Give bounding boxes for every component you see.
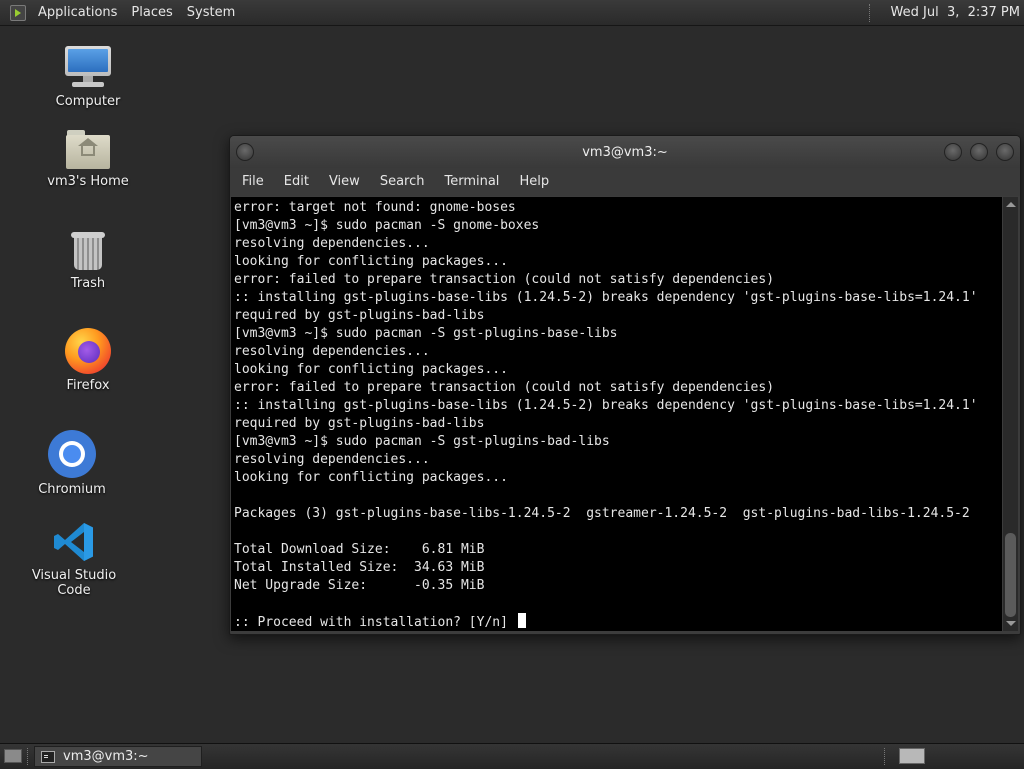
terminal-line: error: failed to prepare transaction (co… bbox=[234, 380, 775, 395]
taskbar-window-title: vm3@vm3:~ bbox=[63, 749, 149, 764]
terminal-window[interactable]: vm3@vm3:~ File Edit View Search Terminal… bbox=[229, 135, 1021, 635]
terminal-line: [vm3@vm3 ~]$ sudo pacman -S gst-plugins-… bbox=[234, 434, 610, 449]
terminal-line: required by gst-plugins-bad-libs bbox=[234, 416, 485, 431]
terminal-line: :: installing gst-plugins-base-libs (1.2… bbox=[234, 398, 978, 413]
scroll-down-arrow-icon[interactable] bbox=[1006, 621, 1016, 626]
terminal-line: Total Download Size: 6.81 MiB bbox=[234, 542, 485, 557]
desktop-icon-label: Visual Studio Code bbox=[31, 568, 117, 598]
terminal-icon bbox=[41, 750, 55, 763]
home-folder-icon bbox=[65, 128, 111, 170]
desktop-icon-label: Computer bbox=[55, 94, 121, 109]
menu-file[interactable]: File bbox=[230, 168, 274, 196]
workspace-switcher[interactable] bbox=[899, 748, 925, 764]
trash-icon bbox=[68, 228, 108, 272]
desktop-icon-label: Trash bbox=[70, 276, 106, 291]
terminal-prompt: :: Proceed with installation? [Y/n] bbox=[234, 615, 516, 630]
chromium-icon bbox=[48, 430, 96, 478]
terminal-line: looking for conflicting packages... bbox=[234, 362, 508, 377]
terminal-text: error: target not found: gnome-boses [vm… bbox=[231, 197, 1002, 631]
terminal-line: resolving dependencies... bbox=[234, 236, 430, 251]
vscode-icon bbox=[52, 520, 96, 564]
desktop-icon-label: vm3's Home bbox=[47, 174, 129, 189]
terminal-output[interactable]: error: target not found: gnome-boses [vm… bbox=[231, 197, 1002, 631]
terminal-line: looking for conflicting packages... bbox=[234, 470, 508, 485]
menu-edit[interactable]: Edit bbox=[274, 168, 319, 196]
minimize-button[interactable] bbox=[944, 143, 962, 161]
terminal-line: Packages (3) gst-plugins-base-libs-1.24.… bbox=[234, 506, 970, 521]
terminal-line: resolving dependencies... bbox=[234, 344, 430, 359]
terminal-line: :: installing gst-plugins-base-libs (1.2… bbox=[234, 290, 978, 305]
menu-help[interactable]: Help bbox=[509, 168, 559, 196]
panel-separator bbox=[884, 748, 887, 765]
terminal-line: [vm3@vm3 ~]$ sudo pacman -S gnome-boxes bbox=[234, 218, 540, 233]
terminal-line: resolving dependencies... bbox=[234, 452, 430, 467]
terminal-line: error: target not found: gnome-boses bbox=[234, 200, 516, 215]
window-controls bbox=[944, 143, 1014, 161]
title-bar[interactable]: vm3@vm3:~ bbox=[230, 136, 1020, 168]
desktop-icon-label: Chromium bbox=[38, 482, 106, 497]
desktop-icon-label: Firefox bbox=[66, 378, 110, 393]
clock[interactable]: Wed Jul 3, 2:37 PM bbox=[884, 0, 1024, 25]
top-panel: Applications Places System Wed Jul 3, 2:… bbox=[0, 0, 1024, 26]
terminal-line: Total Installed Size: 34.63 MiB bbox=[234, 560, 485, 575]
terminal-line: [vm3@vm3 ~]$ sudo pacman -S gst-plugins-… bbox=[234, 326, 618, 341]
applications-menu-icon[interactable] bbox=[10, 4, 26, 21]
terminal-scrollbar[interactable] bbox=[1003, 197, 1018, 631]
show-desktop-icon[interactable] bbox=[4, 749, 22, 763]
firefox-icon bbox=[65, 328, 111, 374]
menu-terminal[interactable]: Terminal bbox=[434, 168, 509, 196]
window-title: vm3@vm3:~ bbox=[582, 144, 668, 160]
places-menu[interactable]: Places bbox=[124, 0, 179, 25]
terminal-line: Net Upgrade Size: -0.35 MiB bbox=[234, 578, 485, 593]
desktop-icon-vscode[interactable]: Visual Studio Code bbox=[14, 520, 134, 598]
desktop-icon-computer[interactable]: Computer bbox=[28, 44, 148, 109]
panel-separator bbox=[868, 3, 872, 22]
system-menu[interactable]: System bbox=[180, 0, 242, 25]
menu-search[interactable]: Search bbox=[370, 168, 435, 196]
terminal-line: error: failed to prepare transaction (co… bbox=[234, 272, 775, 287]
bottom-panel: vm3@vm3:~ bbox=[0, 743, 1024, 769]
scrollbar-thumb[interactable] bbox=[1005, 533, 1016, 617]
scroll-up-arrow-icon[interactable] bbox=[1006, 202, 1016, 207]
desktop-icon-trash[interactable]: Trash bbox=[28, 228, 148, 291]
computer-icon bbox=[64, 44, 112, 90]
terminal-line: required by gst-plugins-bad-libs bbox=[234, 308, 485, 323]
desktop-icon-firefox[interactable]: Firefox bbox=[28, 328, 148, 393]
panel-separator bbox=[27, 748, 30, 765]
terminal-line: looking for conflicting packages... bbox=[234, 254, 508, 269]
applications-menu[interactable]: Applications bbox=[31, 0, 124, 25]
taskbar-window-button[interactable]: vm3@vm3:~ bbox=[34, 746, 202, 767]
close-button[interactable] bbox=[996, 143, 1014, 161]
desktop-icon-chromium[interactable]: Chromium bbox=[12, 430, 132, 497]
maximize-button[interactable] bbox=[970, 143, 988, 161]
desktop-icon-home[interactable]: vm3's Home bbox=[28, 128, 148, 189]
terminal-cursor bbox=[517, 613, 526, 628]
window-menu-button[interactable] bbox=[236, 143, 254, 161]
terminal-menubar: File Edit View Search Terminal Help bbox=[230, 168, 1020, 196]
menu-view[interactable]: View bbox=[319, 168, 370, 196]
